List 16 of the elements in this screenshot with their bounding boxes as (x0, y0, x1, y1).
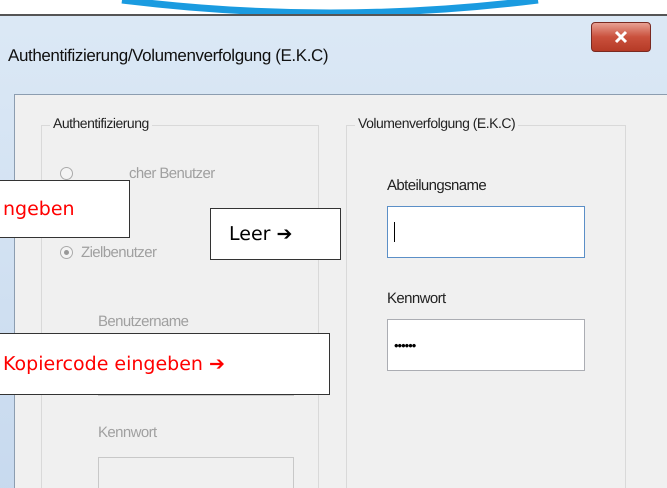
field-label: Benutzername (98, 313, 190, 330)
annotation-tooltip: ngeben (0, 180, 130, 238)
window-title: Authentifizierung/Volumenverfolgung (E.K.C) (8, 46, 328, 66)
field-label: Kennwort (98, 424, 158, 441)
password-field[interactable]: •••••• (387, 319, 585, 371)
input-field[interactable] (387, 206, 585, 258)
annotation-tooltip: Leer ➔ (210, 208, 341, 260)
field-label: Kennwort (387, 290, 447, 307)
group-title: Volumenverfolgung (E.K.C) (355, 115, 518, 131)
close-button[interactable] (591, 22, 651, 52)
close-icon (614, 30, 628, 44)
radio-label: cher Benutzer (129, 165, 215, 182)
group-title: Authentifizierung (50, 115, 152, 131)
field-label: Abteilungsname (387, 177, 488, 194)
annotation-tooltip: Kopiercode eingeben ➔ (0, 333, 330, 395)
radio-label: Zielbenutzer (81, 244, 156, 261)
